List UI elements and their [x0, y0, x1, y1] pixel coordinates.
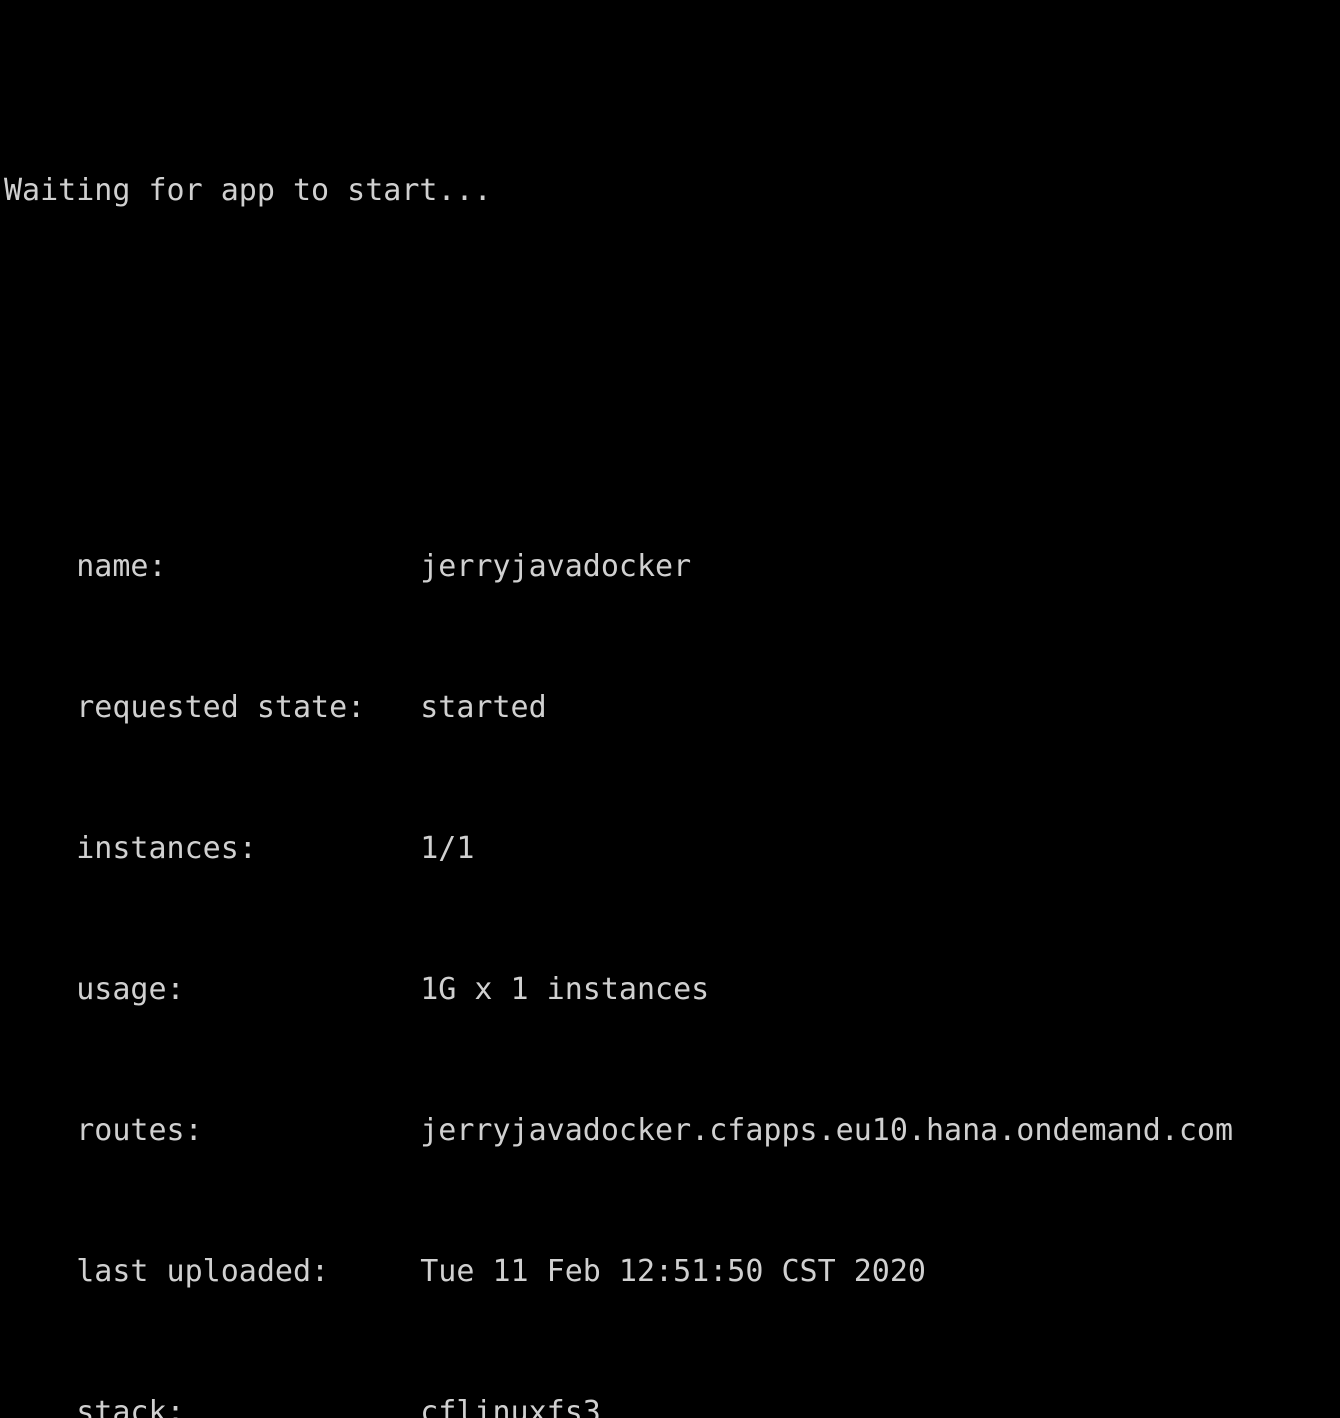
- detail-row-stack: stack:cflinuxfs3: [4, 1342, 1340, 1389]
- detail-label-last-uploaded: last uploaded:: [76, 1248, 420, 1295]
- detail-row-requested-state: requested state:started: [4, 637, 1340, 684]
- status-message: Waiting for app to start...: [4, 167, 1340, 214]
- detail-label-routes: routes:: [76, 1107, 420, 1154]
- detail-value-stack: cflinuxfs3: [420, 1389, 601, 1418]
- detail-value-usage: 1G x 1 instances: [420, 966, 709, 1013]
- detail-value-routes: jerryjavadocker.cfapps.eu10.hana.ondeman…: [420, 1107, 1233, 1154]
- detail-value-instances: 1/1: [420, 825, 474, 872]
- detail-value-requested-state: started: [420, 684, 546, 731]
- detail-row-last-uploaded: last uploaded:Tue 11 Feb 12:51:50 CST 20…: [4, 1201, 1340, 1248]
- blank-line: [4, 308, 1340, 355]
- detail-label-requested-state: requested state:: [76, 684, 420, 731]
- detail-label-name: name:: [76, 543, 420, 590]
- detail-label-instances: instances:: [76, 825, 420, 872]
- terminal-output: Waiting for app to start... name:jerryja…: [0, 0, 1340, 709]
- detail-row-instances: instances:1/1: [4, 778, 1340, 825]
- detail-label-stack: stack:: [76, 1389, 420, 1418]
- detail-label-usage: usage:: [76, 966, 420, 1013]
- detail-row-name: name:jerryjavadocker: [4, 496, 1340, 543]
- detail-value-last-uploaded: Tue 11 Feb 12:51:50 CST 2020: [420, 1248, 926, 1295]
- detail-row-routes: routes:jerryjavadocker.cfapps.eu10.hana.…: [4, 1060, 1340, 1107]
- detail-row-usage: usage:1G x 1 instances: [4, 919, 1340, 966]
- detail-value-name: jerryjavadocker: [420, 543, 691, 590]
